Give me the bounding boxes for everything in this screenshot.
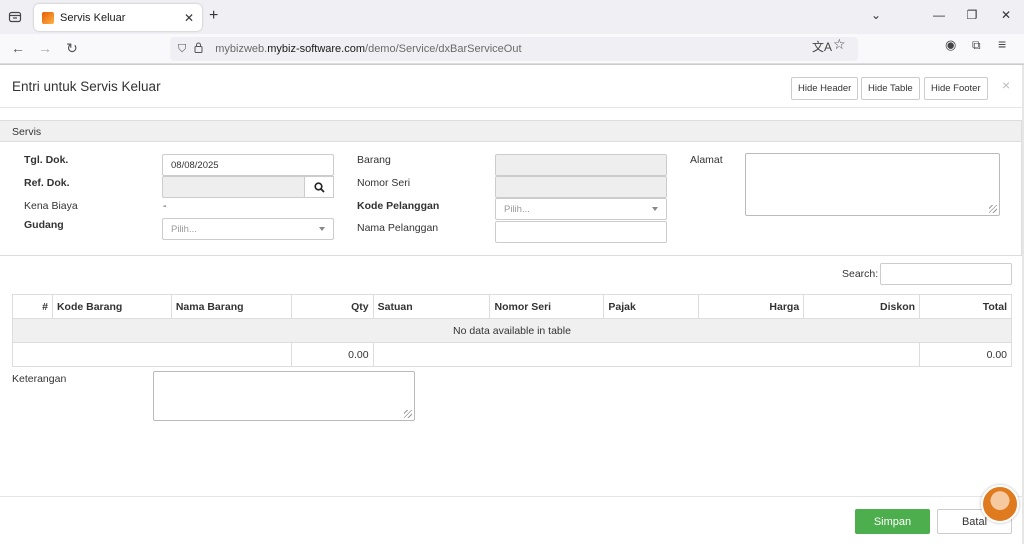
- search-input[interactable]: [880, 263, 1012, 285]
- chevron-down-icon: [319, 227, 325, 231]
- panel-title: Servis: [0, 121, 1021, 142]
- url-text: mybizweb.mybiz-software.com/demo/Service…: [215, 43, 521, 55]
- nomor-seri-field[interactable]: [495, 176, 667, 198]
- table-empty-row: No data available in table: [12, 318, 1012, 343]
- footer-spacer: [372, 342, 921, 367]
- col-pajak[interactable]: Pajak: [603, 294, 700, 319]
- alamat-label: Alamat: [690, 154, 723, 166]
- modal-title: Entri untuk Servis Keluar: [12, 79, 161, 94]
- url-prefix: mybizweb.: [215, 43, 268, 55]
- ref-dok-field[interactable]: [162, 176, 305, 198]
- bookmark-star-icon[interactable]: ☆: [833, 36, 846, 53]
- keterangan-textarea[interactable]: [153, 371, 415, 421]
- search-label: Search:: [842, 268, 879, 280]
- lock-icon[interactable]: [194, 42, 203, 56]
- kode-pelanggan-placeholder: Pilih...: [504, 204, 530, 215]
- tab-title: Servis Keluar: [60, 11, 126, 24]
- footer-divider: [0, 496, 1022, 497]
- col-total[interactable]: Total: [919, 294, 1012, 319]
- barang-label: Barang: [357, 154, 391, 166]
- col-diskon[interactable]: Diskon: [803, 294, 921, 319]
- col-satuan[interactable]: Satuan: [372, 294, 491, 319]
- nama-pelanggan-label: Nama Pelanggan: [357, 222, 439, 234]
- url-path: /demo/Service/dxBarServiceOut: [365, 43, 522, 55]
- gudang-placeholder: Pilih...: [171, 224, 197, 235]
- modal-close-icon[interactable]: ×: [1002, 77, 1010, 93]
- browser-tabbar: Servis Keluar ✕ + ⌄ — ❐ ✕: [0, 0, 1024, 34]
- items-table: # Kode Barang Nama Barang Qty Satuan Nom…: [12, 294, 1012, 367]
- hide-table-button[interactable]: Hide Table: [861, 77, 920, 100]
- browser-tab[interactable]: Servis Keluar ✕: [34, 4, 202, 31]
- hide-header-button[interactable]: Hide Header: [791, 77, 859, 100]
- account-icon[interactable]: ◉: [945, 37, 956, 53]
- col-nomor-seri[interactable]: Nomor Seri: [489, 294, 605, 319]
- footer-qty: 0.00: [290, 342, 374, 367]
- browser-navbar: ← → ↻ ⛉ mybizweb.mybiz-software.com/demo…: [0, 34, 1024, 64]
- window-close-icon[interactable]: ✕: [998, 8, 1014, 22]
- chevron-down-icon: [652, 207, 658, 211]
- new-tab-icon[interactable]: +: [209, 7, 218, 25]
- tab-list-chevron-icon[interactable]: ⌄: [868, 8, 884, 22]
- tgl-dok-field[interactable]: 08/08/2025: [162, 154, 334, 176]
- save-button[interactable]: Simpan: [855, 509, 930, 534]
- col-nama-barang[interactable]: Nama Barang: [170, 294, 292, 319]
- kena-biaya-label: Kena Biaya: [24, 200, 78, 212]
- favicon-icon: [42, 11, 54, 24]
- shield-icon[interactable]: ⛉: [178, 43, 186, 56]
- kena-biaya-value: -: [163, 200, 167, 212]
- kode-pelanggan-select[interactable]: Pilih...: [495, 198, 667, 220]
- ref-dok-label: Ref. Dok.: [24, 177, 70, 189]
- restore-icon[interactable]: ❐: [964, 8, 980, 22]
- gudang-select[interactable]: Pilih...: [162, 218, 334, 240]
- tgl-dok-label: Tgl. Dok.: [24, 154, 69, 166]
- url-bar[interactable]: ⛉ mybizweb.mybiz-software.com/demo/Servi…: [170, 37, 858, 61]
- keterangan-label: Keterangan: [12, 373, 67, 385]
- search-icon: [313, 181, 325, 193]
- extensions-icon[interactable]: ⧉: [972, 38, 981, 53]
- hide-footer-button[interactable]: Hide Footer: [924, 77, 988, 100]
- reload-icon[interactable]: ↻: [63, 40, 81, 57]
- nama-pelanggan-field[interactable]: [495, 221, 667, 243]
- entry-modal: Entri untuk Servis Keluar Hide Header Hi…: [0, 64, 1024, 544]
- forward-icon[interactable]: →: [36, 40, 54, 56]
- modal-header: Entri untuk Servis Keluar Hide Header Hi…: [0, 65, 1022, 108]
- footer-total: 0.00: [919, 342, 1012, 367]
- col-qty[interactable]: Qty: [290, 294, 374, 319]
- resize-grip-icon[interactable]: [989, 205, 997, 213]
- col-number[interactable]: #: [12, 294, 53, 319]
- table-footer-row: 0.00 0.00: [12, 342, 1012, 367]
- alamat-textarea[interactable]: [745, 153, 1000, 216]
- back-icon[interactable]: ←: [9, 40, 27, 56]
- footer-spacer: [12, 342, 292, 367]
- menu-icon[interactable]: ≡: [998, 36, 1006, 52]
- ref-dok-search-button[interactable]: [304, 176, 334, 198]
- resize-grip-icon[interactable]: [404, 410, 412, 418]
- col-kode-barang[interactable]: Kode Barang: [51, 294, 172, 319]
- url-host: mybiz-software.com: [267, 43, 366, 55]
- col-harga[interactable]: Harga: [698, 294, 805, 319]
- minimize-icon[interactable]: —: [931, 8, 947, 22]
- tab-history-icon[interactable]: [6, 8, 24, 26]
- tab-close-icon[interactable]: ✕: [184, 11, 194, 25]
- barang-field[interactable]: [495, 154, 667, 176]
- nomor-seri-label: Nomor Seri: [357, 177, 411, 189]
- kode-pelanggan-label: Kode Pelanggan: [357, 200, 440, 212]
- table-header-row: # Kode Barang Nama Barang Qty Satuan Nom…: [12, 294, 1012, 319]
- empty-message: No data available in table: [12, 318, 1012, 343]
- translate-icon[interactable]: 文A: [812, 38, 832, 55]
- chat-assistant-avatar-icon[interactable]: [981, 485, 1019, 523]
- gudang-label: Gudang: [24, 219, 64, 231]
